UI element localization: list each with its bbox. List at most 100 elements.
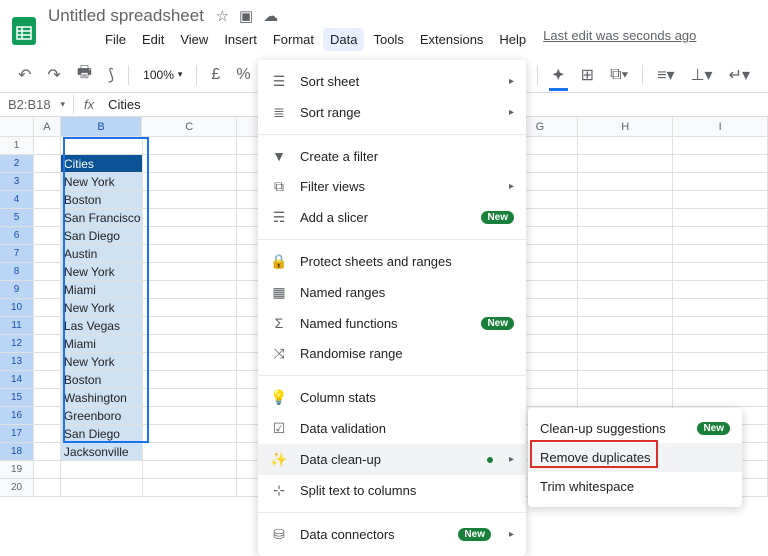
formula-input[interactable]: Cities <box>104 97 145 112</box>
row-header[interactable]: 3 <box>0 173 34 191</box>
cell[interactable] <box>34 335 61 353</box>
cell[interactable]: Greenboro <box>61 407 143 425</box>
cell[interactable] <box>34 425 61 443</box>
select-all-corner[interactable] <box>0 117 34 136</box>
row-header[interactable]: 2 <box>0 155 34 173</box>
menubar-view[interactable]: View <box>173 28 215 51</box>
cell[interactable] <box>34 155 61 173</box>
cell[interactable] <box>578 317 673 335</box>
cell[interactable] <box>578 137 673 155</box>
cell-reference[interactable]: B2:B18▾ <box>0 95 74 114</box>
cell[interactable] <box>673 137 768 155</box>
cell[interactable] <box>143 281 238 299</box>
cell[interactable]: Miami <box>61 281 143 299</box>
cell[interactable] <box>143 353 238 371</box>
menu-sort-range[interactable]: ≣Sort range▸ <box>258 97 526 128</box>
last-edit-link[interactable]: Last edit was seconds ago <box>543 28 696 51</box>
cell[interactable] <box>143 425 238 443</box>
cell[interactable] <box>34 389 61 407</box>
undo-button[interactable]: ↶ <box>12 61 37 89</box>
cell[interactable] <box>578 191 673 209</box>
cell[interactable] <box>143 335 238 353</box>
cell[interactable] <box>673 335 768 353</box>
cell[interactable] <box>34 479 61 497</box>
row-header[interactable]: 11 <box>0 317 34 335</box>
menu-randomise[interactable]: ⤨Randomise range <box>258 338 526 369</box>
cell[interactable] <box>578 353 673 371</box>
redo-button[interactable]: ↷ <box>41 61 66 89</box>
cell[interactable] <box>578 155 673 173</box>
menu-data-cleanup[interactable]: ✨Data clean-up▸ <box>258 444 526 475</box>
menu-data-connectors[interactable]: ⛁Data connectorsNew▸ <box>258 519 526 550</box>
cell[interactable] <box>143 461 238 479</box>
currency-button[interactable]: £ <box>205 62 226 88</box>
cell[interactable]: New York <box>61 353 143 371</box>
menubar-extensions[interactable]: Extensions <box>413 28 491 51</box>
row-header[interactable]: 13 <box>0 353 34 371</box>
cell[interactable] <box>34 443 61 461</box>
merge-button[interactable]: ⧉▾ <box>604 62 634 88</box>
cell[interactable] <box>143 299 238 317</box>
fill-color-button[interactable]: 🟆 <box>546 59 571 91</box>
star-icon[interactable]: ☆ <box>216 7 229 25</box>
row-header[interactable]: 9 <box>0 281 34 299</box>
cell[interactable] <box>673 389 768 407</box>
cell[interactable] <box>578 227 673 245</box>
cell[interactable]: Boston <box>61 371 143 389</box>
cell[interactable] <box>143 209 238 227</box>
move-icon[interactable]: ▣ <box>239 7 253 25</box>
cell[interactable] <box>673 353 768 371</box>
menubar-file[interactable]: File <box>98 28 133 51</box>
cell[interactable] <box>578 281 673 299</box>
cell[interactable]: Boston <box>61 191 143 209</box>
cell[interactable]: New York <box>61 299 143 317</box>
menu-cleanup-suggestions[interactable]: Clean-up suggestionsNew <box>528 414 742 443</box>
menubar-edit[interactable]: Edit <box>135 28 171 51</box>
col-header[interactable]: B <box>61 117 143 136</box>
cell[interactable] <box>34 245 61 263</box>
menu-column-stats[interactable]: 💡Column stats <box>258 382 526 413</box>
cell[interactable] <box>34 227 61 245</box>
cell[interactable] <box>673 155 768 173</box>
cell[interactable] <box>143 407 238 425</box>
cell[interactable] <box>673 209 768 227</box>
menu-filter-views[interactable]: ⧉Filter views▸ <box>258 171 526 202</box>
cell[interactable] <box>143 227 238 245</box>
print-button[interactable]: 🖶 <box>71 57 98 92</box>
cell[interactable] <box>61 137 143 155</box>
row-header[interactable]: 4 <box>0 191 34 209</box>
col-header[interactable]: I <box>673 117 768 136</box>
cell[interactable]: San Diego <box>61 425 143 443</box>
cell[interactable] <box>673 281 768 299</box>
cell[interactable] <box>34 173 61 191</box>
cell[interactable] <box>578 335 673 353</box>
menu-data-validation[interactable]: ☑Data validation <box>258 413 526 444</box>
cell[interactable] <box>143 479 238 497</box>
borders-button[interactable]: ⊞ <box>575 61 600 89</box>
menu-create-filter[interactable]: ▼Create a filter <box>258 141 526 171</box>
menubar-format[interactable]: Format <box>266 28 321 51</box>
cell[interactable] <box>673 191 768 209</box>
cell[interactable] <box>578 389 673 407</box>
cell[interactable] <box>673 173 768 191</box>
cell[interactable] <box>578 299 673 317</box>
menu-split-text[interactable]: ⊹Split text to columns <box>258 475 526 506</box>
cell[interactable]: San Francisco <box>61 209 143 227</box>
cell[interactable] <box>34 461 61 479</box>
sheets-logo[interactable] <box>8 15 40 47</box>
cell[interactable] <box>143 443 238 461</box>
row-header[interactable]: 14 <box>0 371 34 389</box>
cell[interactable] <box>34 371 61 389</box>
cell[interactable] <box>34 137 61 155</box>
row-header[interactable]: 7 <box>0 245 34 263</box>
menu-sort-sheet[interactable]: ☰Sort sheet▸ <box>258 66 526 97</box>
row-header[interactable]: 19 <box>0 461 34 479</box>
cell[interactable] <box>143 137 238 155</box>
menu-remove-duplicates[interactable]: Remove duplicates <box>528 443 742 472</box>
cell[interactable]: Las Vegas <box>61 317 143 335</box>
doc-title[interactable]: Untitled spreadsheet <box>48 6 204 26</box>
cell[interactable]: Austin <box>61 245 143 263</box>
row-header[interactable]: 15 <box>0 389 34 407</box>
menubar-tools[interactable]: Tools <box>366 28 410 51</box>
menubar-insert[interactable]: Insert <box>217 28 264 51</box>
